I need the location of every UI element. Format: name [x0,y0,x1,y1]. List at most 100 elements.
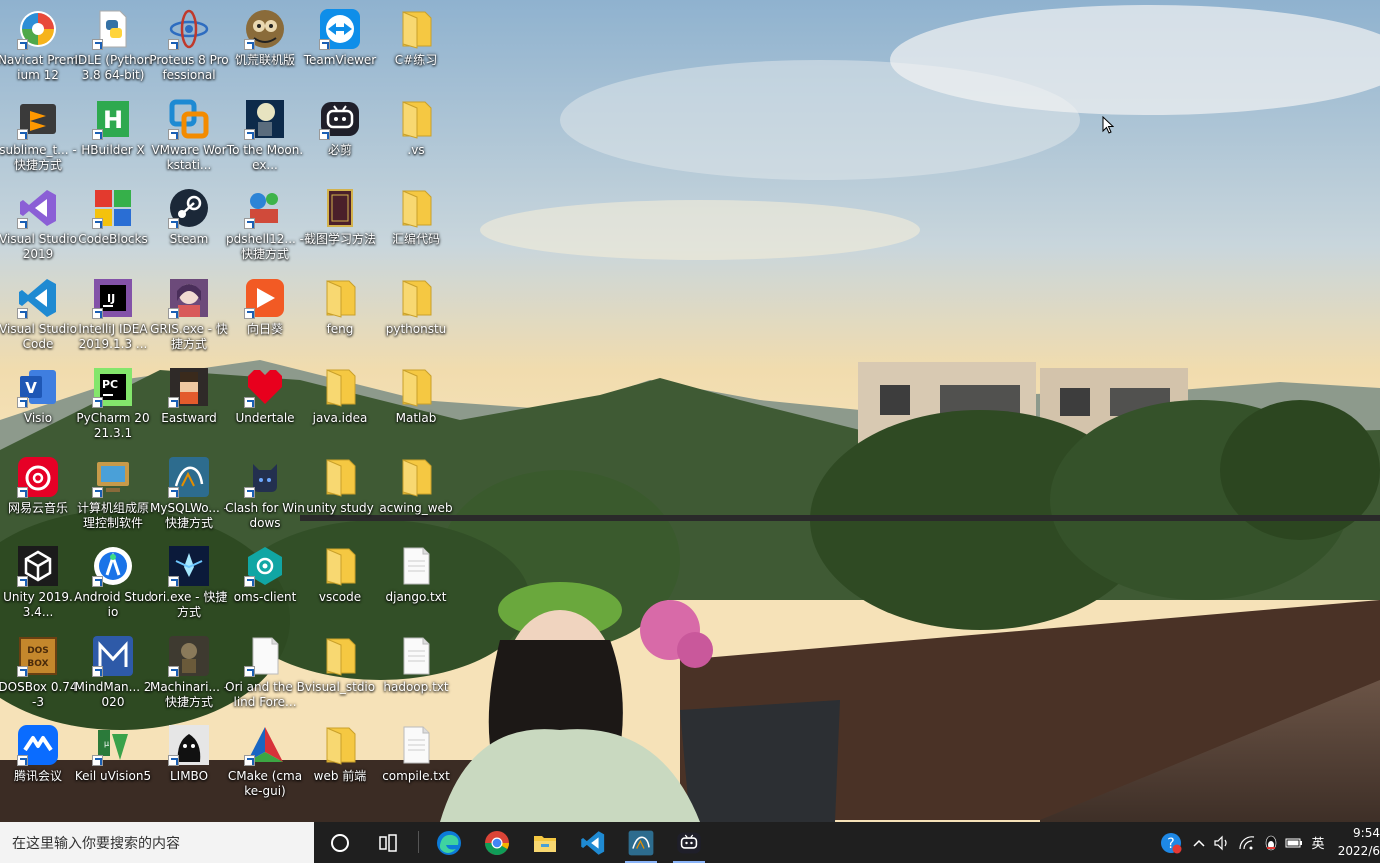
taskbar-vscode-button[interactable] [569,822,617,863]
network-tray-button[interactable] [1236,822,1258,863]
desktop-icon[interactable]: 计算机组成原理控制软件 [75,452,151,540]
shortcut-arrow-icon [244,218,255,229]
desktop-icon[interactable]: pythonstu [378,273,454,361]
taskbar-task-view-button[interactable] [364,822,412,863]
desktop-icon[interactable]: .vs [378,94,454,182]
desktop-icon-label: Clash for Windows [225,501,305,530]
taskbar-file-explorer-button[interactable] [521,822,569,863]
desktop-icon[interactable]: MySQLWo... - 快捷方式 [150,452,228,540]
desktop-icon[interactable]: C#练习 [378,4,454,92]
ori-icon [168,545,210,587]
desktop-icon[interactable]: Eastward [151,362,227,450]
desktop-icon[interactable]: CodeBlocks [75,183,151,271]
ime-indicator[interactable]: 英 [1306,822,1330,863]
desktop-icon[interactable]: web 前端 [302,720,378,808]
desktop-icon[interactable]: Machinari... - 快捷方式 [150,631,228,719]
desktop-icon[interactable]: 向日葵 [227,273,303,361]
desktop-icon[interactable]: hadoop.txt [378,631,454,719]
desktop-icon-label: 网易云音乐 [7,501,68,515]
desktop-icon[interactable]: vscode [302,541,378,629]
desktop-icon-label: oms-client [233,590,297,604]
clock[interactable]: 9:54 2022/6 [1336,824,1380,860]
desktop-icon[interactable]: pdshell12... - 快捷方式 [226,183,304,271]
dosbox-icon: DOS BOX [17,635,59,677]
desktop-icon[interactable]: Undertale [227,362,303,450]
battery-tray-button[interactable] [1283,822,1305,863]
help-tray-button[interactable]: ? [1158,822,1184,863]
desktop-icon[interactable]: IDLE (Python 3.8 64-bit) [74,4,152,92]
mysql-workbench-icon [628,830,654,856]
tencent-meeting-icon [17,724,59,766]
desktop-icon[interactable]: PC PyCharm 2021.3.1 [75,362,151,450]
desktop-icon[interactable]: java.idea [302,362,378,450]
desktop-icon[interactable]: VMware Workstati... [151,94,227,182]
desktop-icon[interactable]: Matlab [378,362,454,450]
desktop-icon[interactable]: 饥荒联机版 [227,4,303,92]
desktop-icon[interactable]: visual_stdio [302,631,378,719]
desktop-icon[interactable]: TeamViewer [302,4,378,92]
undertale-icon [244,366,286,408]
desktop-icon[interactable]: Navicat Premium 12 [0,4,79,92]
desktop-icon[interactable]: μ Keil uVision5 [75,720,151,808]
desktop-icon[interactable]: GRIS.exe - 快捷方式 [150,273,228,361]
desktop-icon[interactable]: 腾讯会议 [0,720,76,808]
volume-tray-button[interactable] [1210,822,1234,863]
desktop-icon[interactable]: acwing_web [378,452,454,540]
desktop-icon[interactable]: To the Moon.ex... [227,94,303,182]
taskbar-mysql-workbench-button[interactable] [617,822,665,863]
file-explorer-icon [532,830,558,856]
desktop-icon[interactable]: 必剪 [302,94,378,182]
bijian-icon [676,830,702,856]
desktop-icon[interactable]: 汇编代码 [378,183,454,271]
desktop-icon[interactable]: Clash for Windows [225,452,305,540]
computer-org-icon [92,456,134,498]
shortcut-arrow-icon [17,487,28,498]
desktop-icon[interactable]: V Visio [0,362,76,450]
shortcut-arrow-icon [244,39,255,50]
svg-text:IJ: IJ [107,292,115,305]
desktop-icon[interactable]: MindMan... 2020 [74,631,152,719]
shortcut-arrow-icon [92,755,103,766]
task-view-icon [377,832,399,854]
desktop-icon[interactable]: Visual Studio Code [0,273,77,361]
taskbar-search-input[interactable]: 在这里输入你要搜索的内容 [0,822,314,863]
desktop-icon-label: Navicat Premium 12 [0,53,79,82]
desktop-icon[interactable]: IJ IntelliJ IDEA 2019.1.3 ... [75,273,151,361]
to-the-moon-icon [244,98,286,140]
desktop-icon[interactable]: ori.exe - 快捷方式 [151,541,227,629]
proteus-icon [168,8,210,50]
desktop-icon[interactable]: sublime_t... - 快捷方式 [0,94,77,182]
taskbar-cortana-button[interactable] [316,822,364,863]
desktop-icon-label: sublime_t... - 快捷方式 [0,143,77,172]
show-hidden-icons-button[interactable] [1188,822,1210,863]
shortcut-arrow-icon [92,218,103,229]
desktop-icon[interactable]: feng [302,273,378,361]
taskbar-chrome-button[interactable] [473,822,521,863]
desktop-icon[interactable]: compile.txt [378,720,454,808]
taskbar-bijian-button[interactable] [665,822,713,863]
desktop-icon[interactable]: 网易云音乐 [0,452,76,540]
desktop-icon-label: HBuilder X [81,143,145,157]
desktop-icon[interactable]: Steam [151,183,227,271]
desktop-icon[interactable]: Unity 2019.3.4... [0,541,76,629]
desktop-icon[interactable]: django.txt [378,541,454,629]
desktop-icon[interactable]: unity study [302,452,378,540]
desktop-icon[interactable]: CMake (cmake-gui) [227,720,303,808]
desktop-icon[interactable]: H HBuilder X [75,94,151,182]
desktop-icon[interactable]: oms-client [227,541,303,629]
desktop-icon[interactable]: Proteus 8 Professional [149,4,229,92]
navicat-icon [17,8,59,50]
intellij-icon: IJ [92,277,134,319]
mysql-workbench-icon [168,456,210,498]
desktop-icon[interactable]: LIMBO [151,720,227,808]
desktop-icon[interactable]: Ori and the Blind Fore... [225,631,305,719]
qq-tray-button[interactable] [1260,822,1282,863]
desktop-icon-label: 截图学习方法 [303,232,376,246]
taskbar-edge-button[interactable] [425,822,473,863]
desktop-icon-label: Steam [169,232,209,246]
desktop-icon[interactable]: 截图学习方法 [302,183,378,271]
desktop-icon[interactable]: Android Studio [74,541,152,629]
desktop-icon[interactable]: Visual Studio 2019 [0,183,77,271]
desktop-icon[interactable]: DOS BOX DOSBox 0.74-3 [0,631,78,719]
desktop-icon-label: VMware Workstati... [151,143,227,172]
